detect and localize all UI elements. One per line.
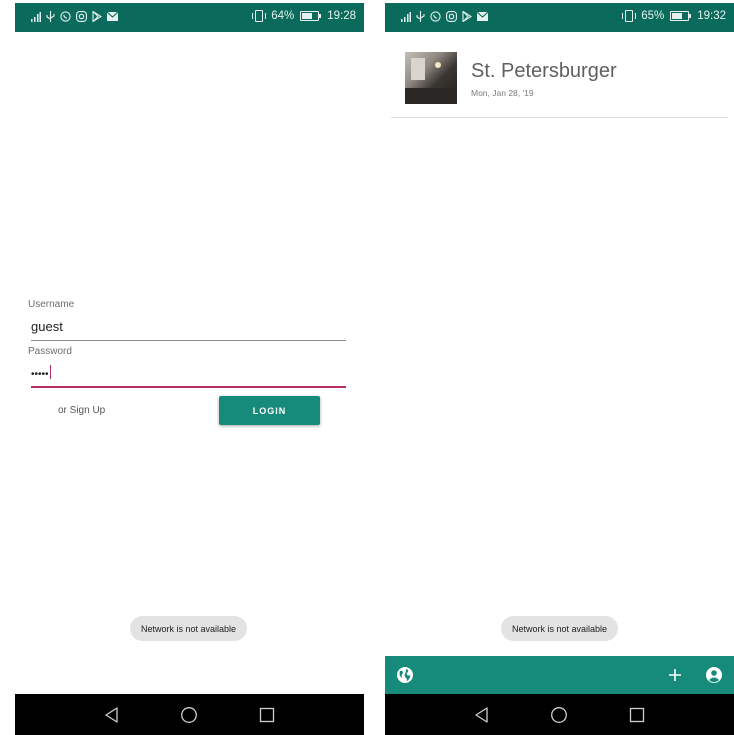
item-date: Mon, Jan 28, '19 — [471, 88, 534, 98]
home-icon[interactable] — [180, 706, 198, 724]
navigation-bar — [385, 694, 734, 735]
status-bar: 64% 19:28 — [15, 3, 364, 32]
back-icon[interactable] — [473, 706, 491, 724]
home-icon[interactable] — [550, 706, 568, 724]
text-cursor — [49, 365, 51, 379]
signal-icon — [31, 11, 41, 22]
list-item[interactable]: St. Petersburger Mon, Jan 28, '19 — [391, 32, 728, 118]
network-toast: Network is not available — [130, 616, 248, 641]
notification-icons — [401, 11, 488, 22]
network-toast: Network is not available — [501, 616, 619, 641]
password-input[interactable]: ••••• — [31, 365, 346, 388]
instagram-icon — [76, 11, 87, 22]
clock: 19:28 — [327, 10, 356, 22]
thumbnail-window — [411, 58, 425, 80]
system-status: 65% 19:32 — [621, 10, 726, 22]
whatsapp-icon — [430, 11, 441, 22]
vibrate-icon — [252, 10, 267, 22]
globe-icon[interactable] — [396, 666, 414, 684]
thumbnail-desk — [405, 88, 457, 104]
item-title: St. Petersburger — [471, 60, 617, 82]
play-store-icon — [92, 11, 102, 22]
usb-icon — [46, 11, 55, 22]
login-button[interactable]: LOGIN — [219, 396, 320, 425]
vibrate-icon — [622, 10, 637, 22]
signal-icon — [401, 11, 411, 22]
username-label: Username — [28, 299, 75, 310]
username-input[interactable]: guest — [31, 319, 346, 341]
recents-icon[interactable] — [258, 706, 276, 724]
status-bar: 65% 19:32 — [385, 3, 734, 32]
sign-up-link[interactable]: or Sign Up — [58, 405, 105, 416]
notification-icons — [31, 11, 118, 22]
navigation-bar — [15, 694, 364, 735]
battery-icon — [300, 11, 322, 21]
usb-icon — [416, 11, 425, 22]
list-screen: 65% 19:32 St. Petersburger Mon, Jan 28, … — [385, 3, 734, 735]
whatsapp-icon — [60, 11, 71, 22]
mail-icon — [477, 12, 488, 21]
password-label: Password — [28, 346, 72, 357]
account-icon[interactable] — [705, 666, 723, 684]
username-value: guest — [31, 319, 63, 334]
battery-percent: 65% — [641, 10, 665, 22]
login-screen: 64% 19:28 Username guest Password ••••• … — [15, 3, 364, 735]
bottom-toolbar — [385, 656, 734, 694]
plus-icon[interactable] — [666, 666, 684, 684]
back-icon[interactable] — [103, 706, 121, 724]
battery-percent: 64% — [271, 10, 295, 22]
mail-icon — [107, 12, 118, 21]
password-value: ••••• — [31, 369, 49, 380]
item-thumbnail — [405, 52, 457, 104]
clock: 19:32 — [697, 10, 726, 22]
instagram-icon — [446, 11, 457, 22]
thumbnail-lamp — [435, 62, 441, 68]
battery-icon — [670, 11, 692, 21]
recents-icon[interactable] — [628, 706, 646, 724]
battery-fill — [302, 13, 312, 19]
play-store-icon — [462, 11, 472, 22]
system-status: 64% 19:28 — [251, 10, 356, 22]
battery-fill — [672, 13, 682, 19]
